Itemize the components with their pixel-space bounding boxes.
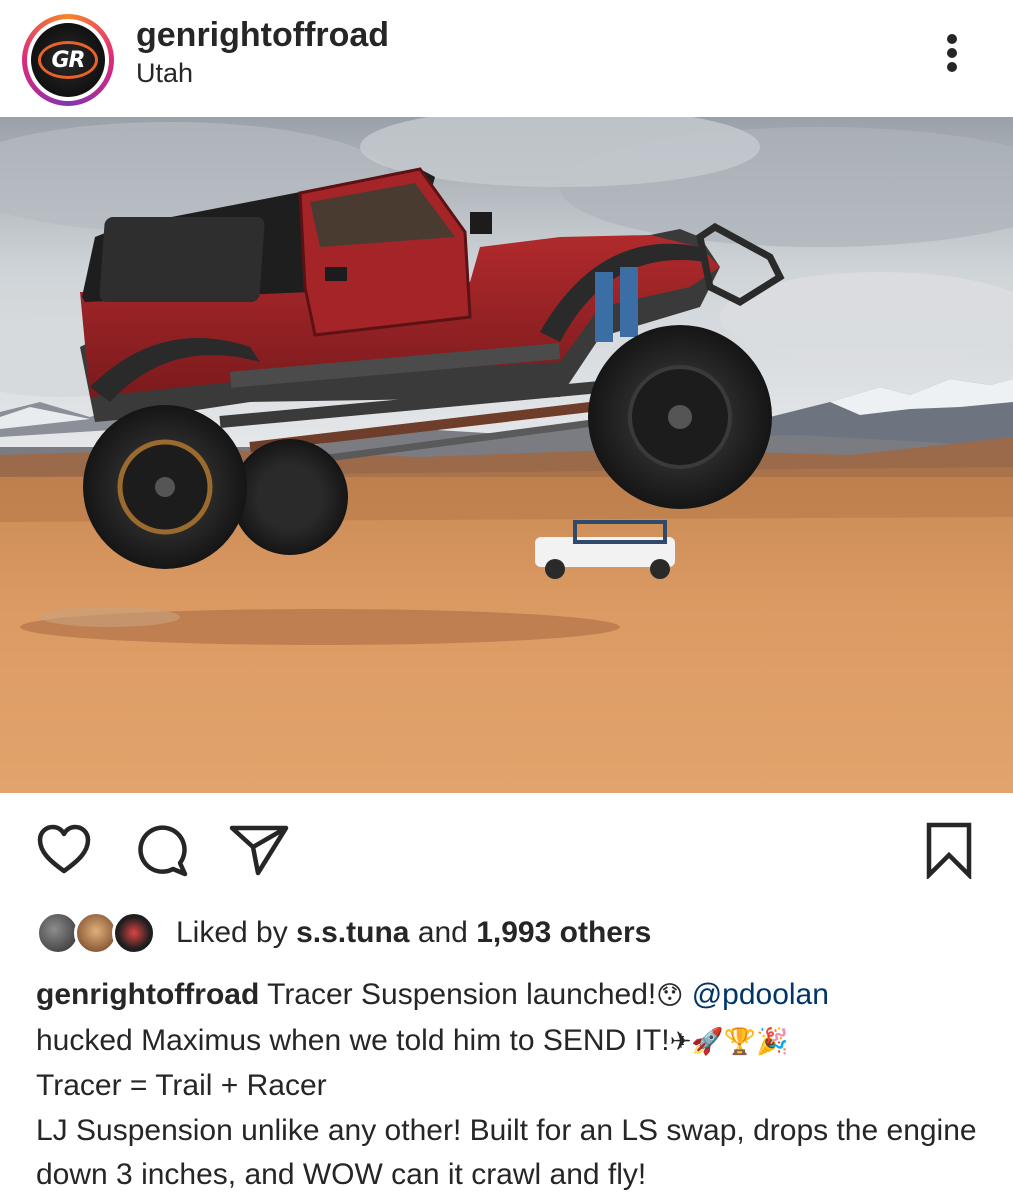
party-popper-emoji-icon: 🎉 [756, 1026, 789, 1057]
airplane-emoji-icon: ✈ [669, 1026, 692, 1057]
post-actions [0, 793, 1013, 903]
post-header: GR genrightoffroad Utah [0, 0, 1013, 117]
surprised-emoji-icon: 😯 [656, 981, 684, 1011]
post-username[interactable]: genrightoffroad [136, 16, 389, 55]
paper-plane-icon[interactable] [228, 823, 290, 882]
rocket-emoji-icon: 🚀 [691, 1026, 724, 1057]
caption-line: LJ Suspension unlike any other! Built fo… [36, 1113, 977, 1192]
liker-avatar[interactable] [112, 911, 156, 955]
comment-icon[interactable] [133, 823, 189, 882]
caption-text: Tracer Suspension launched! [267, 978, 657, 1011]
more-vertical-icon[interactable] [938, 30, 968, 76]
bookmark-icon[interactable] [925, 821, 973, 884]
caption-username[interactable]: genrightoffroad [36, 978, 259, 1011]
likes-count[interactable]: 1,993 others [476, 916, 651, 949]
avatar[interactable]: GR [22, 14, 114, 106]
liker-username[interactable]: s.s.tuna [296, 916, 409, 949]
post-location[interactable]: Utah [136, 58, 193, 89]
likes-summary[interactable]: Liked by s.s.tuna and 1,993 others [176, 916, 651, 950]
post-caption: genrightoffroad Tracer Suspension launch… [36, 973, 996, 1198]
likes-row[interactable]: Liked by s.s.tuna and 1,993 others [36, 908, 996, 960]
post-image[interactable] [0, 117, 1013, 793]
caption-text: hucked Maximus when we told him to SEND … [36, 1023, 670, 1057]
trophy-emoji-icon: 🏆 [723, 1026, 757, 1057]
caption-line: Tracer = Trail + Racer [36, 1069, 327, 1102]
heart-icon[interactable] [36, 823, 92, 880]
caption-mention[interactable]: @pdoolan [692, 978, 829, 1011]
genright-logo-icon: GR [31, 23, 105, 97]
